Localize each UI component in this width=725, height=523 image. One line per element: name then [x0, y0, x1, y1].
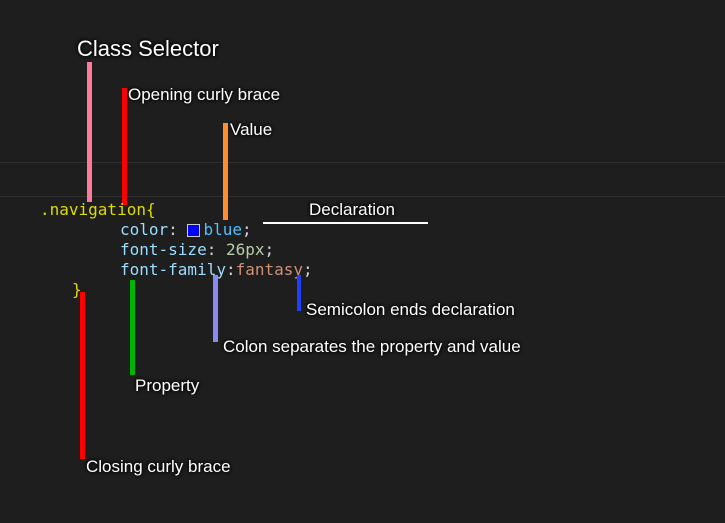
editor-line-divider [0, 162, 725, 163]
css-colon: : [168, 220, 178, 239]
line-opening-brace [122, 88, 127, 205]
css-selector: .navigation [40, 200, 146, 219]
css-value: 26px [226, 240, 265, 259]
line-property [130, 280, 135, 375]
label-class-selector: Class Selector [77, 36, 219, 62]
line-closing-brace [80, 292, 85, 459]
line-semicolon [297, 275, 301, 311]
open-brace: { [146, 200, 156, 219]
css-semicolon: ; [265, 240, 275, 259]
code-block: .navigation{ color: blue; font-size: 26p… [40, 200, 313, 300]
line-class-selector [87, 62, 92, 202]
css-semicolon: ; [242, 220, 252, 239]
editor-line-divider [0, 196, 725, 197]
css-value: fantasy [236, 260, 303, 279]
css-property: font-size [120, 240, 207, 259]
css-semicolon: ; [303, 260, 313, 279]
line-colon [213, 275, 218, 342]
code-line-2: font-size: 26px; [40, 240, 313, 260]
css-property: font-family [120, 260, 226, 279]
css-colon: : [226, 260, 236, 279]
code-line-1: color: blue; [40, 220, 313, 240]
label-property: Property [135, 376, 199, 396]
code-line-3: font-family:fantasy; [40, 260, 313, 280]
label-opening-brace: Opening curly brace [128, 85, 280, 105]
label-closing-brace: Closing curly brace [86, 457, 231, 477]
css-colon: : [207, 240, 217, 259]
label-colon-separates: Colon separates the property and value [223, 337, 521, 357]
code-line-selector: .navigation{ [40, 200, 313, 220]
label-declaration: Declaration [309, 200, 395, 220]
label-value: Value [230, 120, 272, 140]
css-value: blue [203, 220, 242, 239]
label-semicolon-ends: Semicolon ends declaration [306, 300, 515, 320]
css-property: color [120, 220, 168, 239]
color-swatch [187, 224, 200, 237]
